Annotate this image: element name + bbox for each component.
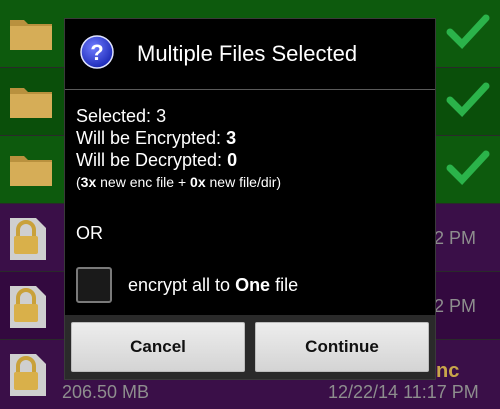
cancel-button[interactable]: Cancel bbox=[71, 322, 245, 372]
folder-icon bbox=[10, 20, 52, 50]
selected-label: Selected: bbox=[76, 106, 157, 126]
time-fragment: 2 PM bbox=[434, 296, 477, 316]
file-size: 206.50 MB bbox=[62, 382, 150, 402]
svg-text:?: ? bbox=[90, 40, 103, 65]
checkbox-bold: One bbox=[235, 275, 271, 295]
encrypt-one-file-option[interactable]: encrypt all to One file bbox=[76, 267, 426, 307]
dialog-header: ? Multiple Files Selected bbox=[65, 19, 435, 87]
locked-file-icon bbox=[10, 218, 46, 260]
checkbox-prefix: encrypt all to bbox=[128, 275, 236, 295]
encrypted-count: 3 bbox=[226, 128, 237, 148]
summary-new-text: new file/dir) bbox=[205, 174, 282, 190]
summary-enc-text: new enc file + bbox=[96, 174, 191, 190]
or-label: OR bbox=[76, 223, 103, 243]
folder-icon bbox=[10, 156, 52, 186]
summary-line: (3x new enc file + 0x new file/dir) bbox=[76, 171, 281, 193]
locked-file-icon bbox=[10, 354, 46, 396]
checkmark-icon bbox=[446, 14, 490, 50]
file-name-fragment: nc bbox=[436, 360, 460, 382]
dialog-body: Selected: 3 Will be Encrypted: 3 Will be… bbox=[76, 105, 281, 193]
decrypted-count: 0 bbox=[227, 150, 238, 170]
continue-button[interactable]: Continue bbox=[255, 322, 429, 372]
folder-icon bbox=[10, 88, 52, 118]
encrypted-label: Will be Encrypted: bbox=[76, 128, 227, 148]
help-icon: ? bbox=[80, 35, 114, 69]
summary-new-count: 0x bbox=[190, 174, 206, 190]
summary-enc-count: 3x bbox=[80, 174, 97, 190]
decrypted-line: Will be Decrypted: 0 bbox=[76, 149, 281, 171]
encrypt-one-file-label[interactable]: encrypt all to One file bbox=[128, 275, 298, 296]
dialog-divider bbox=[65, 89, 435, 90]
encrypt-one-file-checkbox[interactable] bbox=[76, 267, 112, 303]
file-date: 12/22/14 11:17 PM bbox=[328, 382, 479, 402]
multiple-files-dialog: ? Multiple Files Selected Selected: 3 Wi… bbox=[64, 18, 436, 380]
encrypted-line: Will be Encrypted: 3 bbox=[76, 127, 281, 149]
checkmark-icon bbox=[446, 82, 490, 118]
dialog-button-bar: Cancel Continue bbox=[65, 315, 435, 379]
selected-count: 3 bbox=[156, 106, 167, 126]
selected-line: Selected: 3 bbox=[76, 105, 281, 127]
checkbox-suffix: file bbox=[270, 275, 299, 295]
time-fragment: 2 PM bbox=[434, 228, 477, 248]
decrypted-label: Will be Decrypted: bbox=[76, 150, 228, 170]
locked-file-icon bbox=[10, 286, 46, 328]
checkmark-icon bbox=[446, 150, 490, 186]
dialog-title: Multiple Files Selected bbox=[137, 41, 358, 66]
